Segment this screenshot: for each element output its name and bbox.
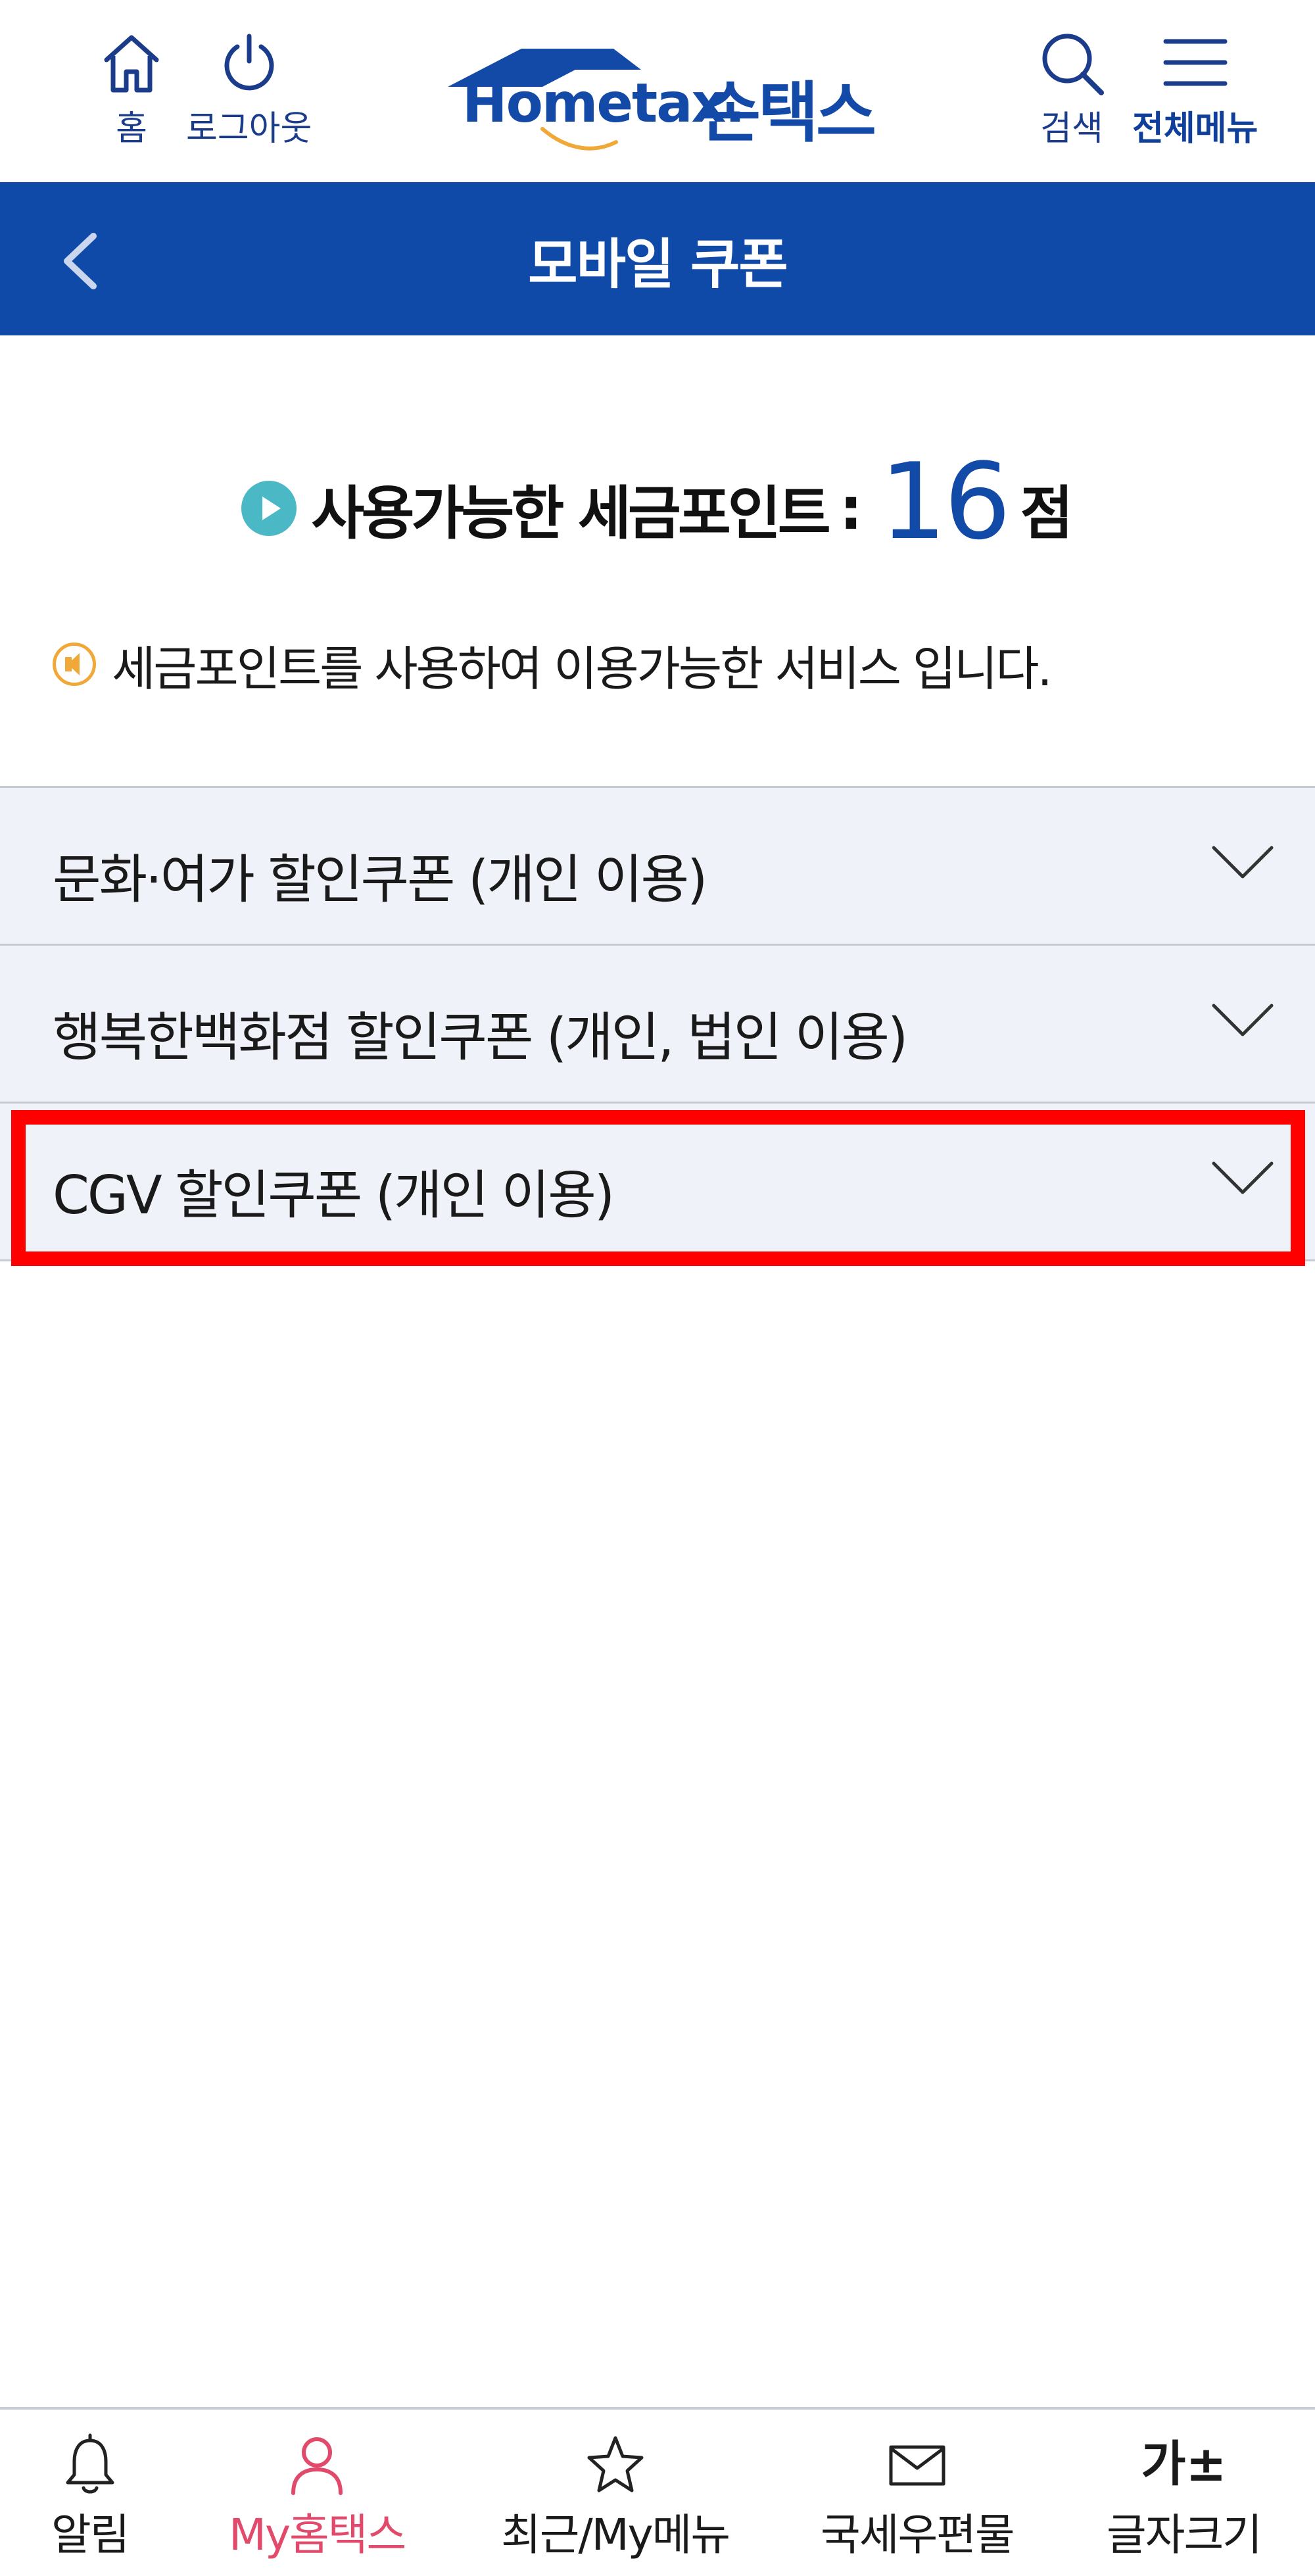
play-bullet-icon bbox=[241, 481, 297, 536]
chevron-down-icon bbox=[1212, 1161, 1274, 1194]
page-title: 모바일 쿠폰 bbox=[528, 233, 788, 296]
hamburger-icon bbox=[1163, 39, 1228, 86]
notice-text: 세금포인트를 사용하여 이용가능한 서비스 입니다. bbox=[112, 641, 1052, 696]
service-notice: 세금포인트를 사용하여 이용가능한 서비스 입니다. bbox=[53, 628, 1052, 700]
search-button[interactable]: 검색 bbox=[1036, 30, 1108, 150]
nav-item-my-hometax[interactable]: My홈택스 bbox=[229, 2433, 406, 2563]
accordion-item-label: 행복한백화점 할인쿠폰 (개인, 법인 이용) bbox=[53, 1007, 908, 1068]
user-icon bbox=[291, 2437, 343, 2495]
star-icon bbox=[587, 2436, 644, 2492]
accordion-item-label: 문화·여가 할인쿠폰 (개인 이용) bbox=[53, 849, 707, 910]
bottom-navigation: 알림 My홈택스 최근/My메뉴 국세우편물 가± 글자크기 bbox=[0, 2407, 1315, 2576]
points-unit: 점 bbox=[1020, 479, 1074, 547]
nav-item-notifications[interactable]: 알림 bbox=[51, 2433, 130, 2563]
full-menu-button[interactable]: 전체메뉴 bbox=[1132, 30, 1258, 150]
points-value: 16 bbox=[879, 439, 1011, 563]
hometax-logo[interactable]: Hometax. 손택스 bbox=[444, 46, 878, 151]
nav-label: 글자크기 bbox=[1107, 2510, 1262, 2560]
accordion-item-culture-coupon[interactable]: 문화·여가 할인쿠폰 (개인 이용) bbox=[0, 786, 1315, 944]
nav-label: 최근/My메뉴 bbox=[501, 2510, 730, 2560]
home-label: 홈 bbox=[116, 109, 147, 149]
points-label: 사용가능한 세금포인트 bbox=[311, 479, 830, 547]
accordion-item-department-store-coupon[interactable]: 행복한백화점 할인쿠폰 (개인, 법인 이용) bbox=[0, 944, 1315, 1102]
home-icon bbox=[104, 35, 159, 93]
accordion-item-cgv-coupon[interactable]: CGV 할인쿠폰 (개인 이용) bbox=[0, 1102, 1315, 1261]
mail-icon bbox=[889, 2445, 945, 2486]
bell-icon bbox=[66, 2433, 114, 2494]
nav-label: 국세우편물 bbox=[821, 2510, 1015, 2560]
title-bar: 모바일 쿠폰 bbox=[0, 182, 1315, 335]
search-icon bbox=[1042, 34, 1104, 95]
nav-item-font-size[interactable]: 가± 글자크기 bbox=[1107, 2433, 1262, 2563]
home-button[interactable]: 홈 bbox=[99, 30, 164, 150]
speaker-icon bbox=[53, 643, 96, 686]
chevron-down-icon bbox=[1212, 846, 1274, 879]
points-colon: : bbox=[839, 474, 863, 543]
chevron-down-icon bbox=[1212, 1004, 1274, 1036]
nav-item-recent-my-menu[interactable]: 최근/My메뉴 bbox=[501, 2433, 730, 2563]
nav-label: My홈택스 bbox=[229, 2510, 406, 2560]
logout-label: 로그아웃 bbox=[186, 109, 312, 149]
accordion-item-label: CGV 할인쿠폰 (개인 이용) bbox=[53, 1165, 615, 1226]
power-icon bbox=[224, 34, 274, 91]
logo-korean: 손택스 bbox=[700, 74, 876, 151]
nav-label: 알림 bbox=[51, 2510, 130, 2560]
full-menu-label: 전체메뉴 bbox=[1132, 109, 1258, 149]
coupon-accordion: 문화·여가 할인쿠폰 (개인 이용) 행복한백화점 할인쿠폰 (개인, 법인 이… bbox=[0, 786, 1315, 1261]
nav-item-tax-mail[interactable]: 국세우편물 bbox=[821, 2433, 1015, 2563]
search-label: 검색 bbox=[1040, 109, 1103, 149]
tax-points-summary: 사용가능한 세금포인트 : 16 점 bbox=[0, 439, 1315, 563]
top-header: 홈 로그아웃 Hometax. 손택스 검색 전체메뉴 bbox=[0, 0, 1315, 182]
font-size-icon: 가± bbox=[1141, 2436, 1227, 2492]
logout-button[interactable]: 로그아웃 bbox=[186, 30, 312, 150]
